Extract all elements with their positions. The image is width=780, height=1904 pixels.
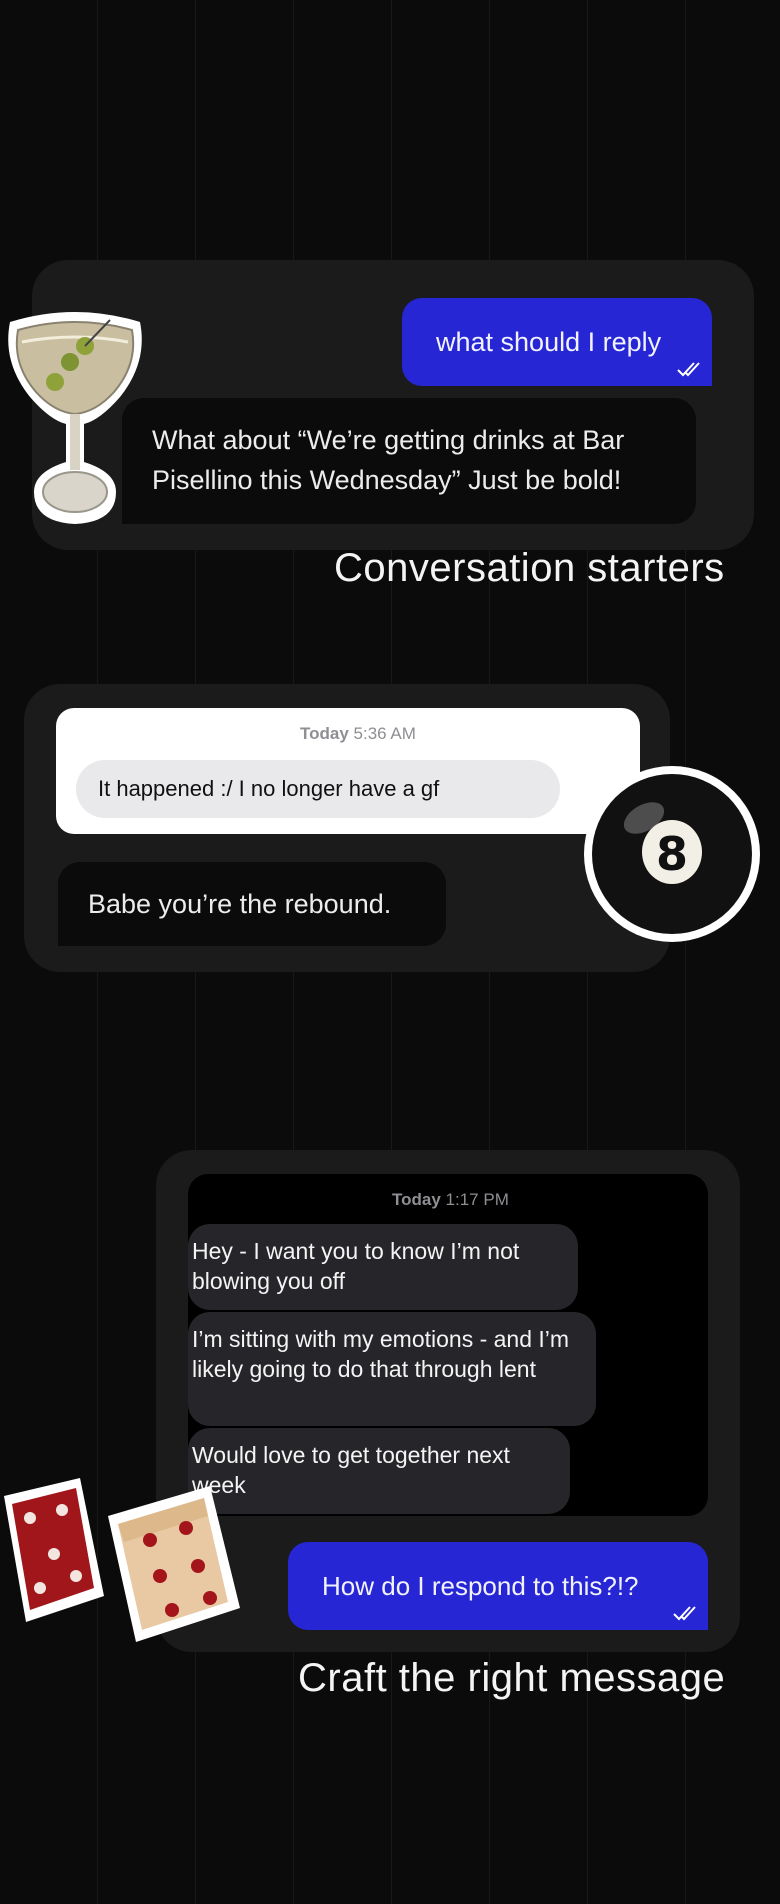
user-message-bubble[interactable]: How do I respond to this?!?	[288, 1542, 708, 1630]
timestamp: Today 1:17 PM	[392, 1190, 509, 1209]
ai-reply-text: Babe you’re the rebound.	[88, 889, 392, 919]
svg-text:8: 8	[656, 827, 688, 881]
received-message-bubble: Would love to get together next week	[188, 1428, 570, 1514]
read-checkmarks-icon	[677, 362, 700, 377]
received-message-bubble: It happened :/ I no longer have a gf	[76, 760, 560, 818]
ai-reply-text: What about “We’re getting drinks at Bar …	[152, 425, 625, 495]
dice-icon	[4, 1478, 240, 1642]
user-message-text: How do I respond to this?!?	[322, 1570, 639, 1601]
ai-reply-bubble: What about “We’re getting drinks at Bar …	[122, 398, 696, 524]
user-message-text: what should I reply	[436, 326, 662, 357]
received-message-bubble: I’m sitting with my emotions - and I’m l…	[188, 1312, 596, 1426]
eight-ball-icon: 8	[584, 766, 760, 942]
ai-reply-bubble: Babe you’re the rebound.	[58, 862, 446, 946]
received-message-bubble: Hey - I want you to know I’m not blowing…	[188, 1224, 578, 1310]
user-message-bubble[interactable]: what should I reply	[402, 298, 712, 386]
martini-glass-icon	[8, 312, 142, 524]
received-message-text: Hey - I want you to know I’m not blowing…	[192, 1238, 520, 1294]
imessage-screenshot-light: Today 5:36 AM It happened :/ I no longer…	[56, 708, 640, 834]
read-checkmarks-icon	[673, 1606, 696, 1621]
received-message-text: It happened :/ I no longer have a gf	[98, 776, 440, 801]
timestamp: Today 5:36 AM	[300, 724, 416, 743]
craft-message-heading: Craft the right message	[298, 1656, 726, 1700]
imessage-screenshot-dark: Today 1:17 PM Hey - I want you to know I…	[188, 1174, 708, 1516]
conversation-starters-heading: Conversation starters	[334, 546, 725, 590]
received-message-text: I’m sitting with my emotions - and I’m l…	[192, 1326, 570, 1382]
